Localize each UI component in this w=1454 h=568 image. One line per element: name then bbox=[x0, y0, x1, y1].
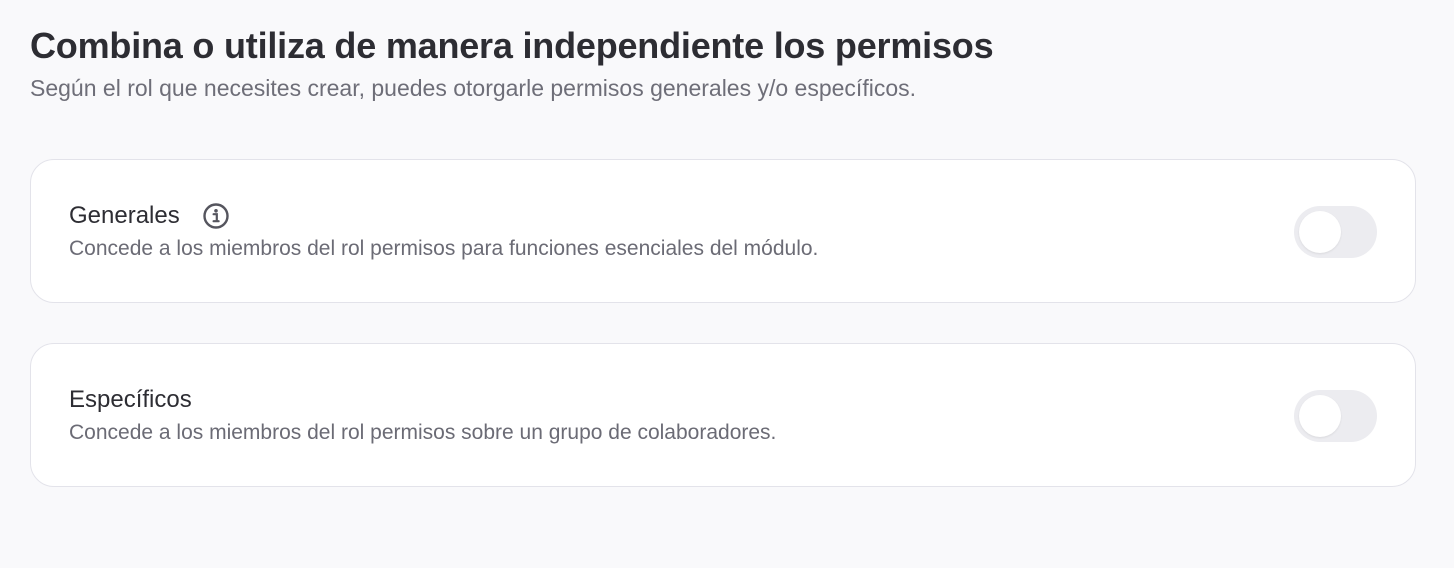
toggle-knob bbox=[1299, 395, 1341, 437]
permission-card-text: Generales Concede a los miembros del rol… bbox=[69, 200, 818, 264]
permission-title: Generales bbox=[69, 202, 180, 229]
toggle-knob bbox=[1299, 211, 1341, 253]
especificos-toggle[interactable] bbox=[1294, 390, 1377, 442]
permissions-section: Combina o utiliza de manera independient… bbox=[30, 24, 1418, 487]
permission-title-row: Específicos bbox=[69, 384, 776, 416]
permission-card-text: Específicos Concede a los miembros del r… bbox=[69, 384, 776, 448]
generales-toggle[interactable] bbox=[1294, 206, 1377, 258]
permission-card-generales: Generales Concede a los miembros del rol… bbox=[30, 159, 1416, 303]
permission-description: Concede a los miembros del rol permisos … bbox=[69, 421, 777, 444]
info-circle-icon[interactable] bbox=[202, 202, 230, 230]
permission-description: Concede a los miembros del rol permisos … bbox=[69, 237, 819, 260]
permission-card-especificos: Específicos Concede a los miembros del r… bbox=[30, 343, 1416, 487]
page-subtitle: Según el rol que necesites crear, puedes… bbox=[30, 75, 917, 101]
permission-title-row: Generales bbox=[69, 200, 818, 232]
page-title: Combina o utiliza de manera independient… bbox=[30, 25, 994, 66]
permission-title: Específicos bbox=[69, 386, 192, 413]
